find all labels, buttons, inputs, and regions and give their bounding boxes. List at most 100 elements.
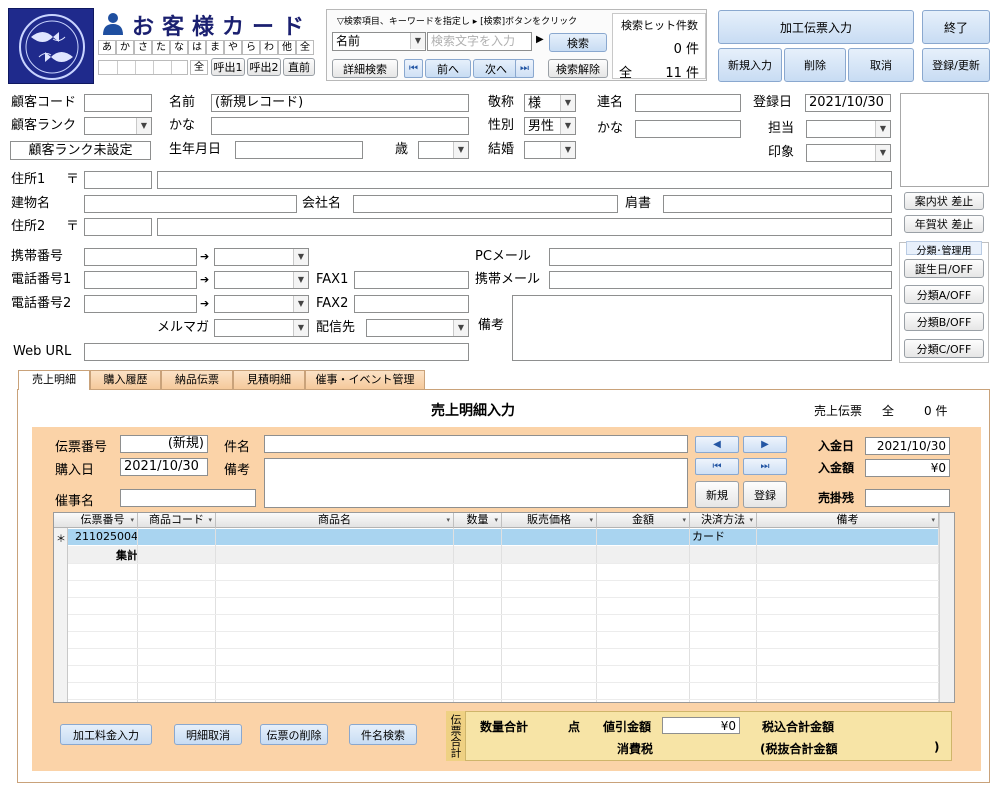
- sort-dropdown-icon[interactable]: ▾: [682, 513, 686, 527]
- tab-delivery-slip[interactable]: 納品伝票: [161, 370, 233, 389]
- search-button[interactable]: 検索: [549, 33, 607, 52]
- grid-column-header-3[interactable]: 数量 ▾: [454, 513, 502, 528]
- sort-dropdown-icon[interactable]: ▾: [130, 513, 134, 527]
- phone2-input[interactable]: [84, 295, 197, 313]
- grid-column-header-4[interactable]: 販売価格 ▾: [502, 513, 597, 528]
- kana-filter-0[interactable]: あ: [98, 40, 116, 55]
- tab-estimate-detail[interactable]: 見積明細: [233, 370, 305, 389]
- prev-button[interactable]: 前へ: [425, 59, 471, 78]
- category-b-off-button[interactable]: 分類B/OFF: [904, 312, 984, 331]
- tab-event-management[interactable]: 催事・イベント管理: [305, 370, 425, 389]
- kana-filter-8[interactable]: ら: [242, 40, 260, 55]
- category-c-off-button[interactable]: 分類C/OFF: [904, 339, 984, 358]
- grid-scrollbar[interactable]: [939, 513, 954, 702]
- search-field-select[interactable]: 名前 ▼: [332, 32, 426, 51]
- name-input[interactable]: (新規レコード): [211, 94, 469, 112]
- postal-code-2-input[interactable]: [84, 218, 152, 236]
- processed-slip-button[interactable]: 加工伝票入力: [718, 10, 914, 44]
- register-date-input[interactable]: 2021/10/30: [805, 94, 891, 112]
- sales-notes-input[interactable]: [264, 458, 688, 508]
- grid-column-header-5[interactable]: 金額 ▾: [597, 513, 690, 528]
- contact-name-input[interactable]: [635, 94, 741, 112]
- honorific-select[interactable]: 様 ▼: [524, 94, 576, 112]
- purchase-date-input[interactable]: 2021/10/30: [120, 458, 208, 476]
- sort-dropdown-icon[interactable]: ▾: [749, 513, 753, 527]
- customer-rank-select[interactable]: ▼: [84, 117, 152, 135]
- call2-button[interactable]: 呼出2: [247, 58, 281, 76]
- next-button[interactable]: 次へ: [473, 59, 519, 78]
- kana-filter-4[interactable]: な: [170, 40, 188, 55]
- grid-column-header-0[interactable]: 伝票番号 ▾: [68, 513, 138, 528]
- address2-input[interactable]: [157, 218, 892, 236]
- discount-input[interactable]: ¥0: [662, 717, 740, 734]
- grid-column-header-7[interactable]: 備考 ▾: [757, 513, 939, 528]
- married-select[interactable]: ▼: [524, 141, 576, 159]
- slip-no-input[interactable]: (新規): [120, 435, 208, 453]
- building-input[interactable]: [84, 195, 297, 213]
- staff-select[interactable]: ▼: [806, 120, 891, 138]
- detail-search-button[interactable]: 詳細検索: [332, 59, 398, 78]
- guide-letter-stop-button[interactable]: 案内状 差止: [904, 192, 984, 210]
- birthday-input[interactable]: [235, 141, 363, 159]
- gender-select[interactable]: 男性 ▼: [524, 117, 576, 135]
- next-slip-icon[interactable]: ▶: [743, 436, 787, 453]
- first-record-icon[interactable]: ⏮: [404, 59, 423, 78]
- company-input[interactable]: [353, 195, 618, 213]
- sort-dropdown-icon[interactable]: ▾: [494, 513, 498, 527]
- cancel-button[interactable]: 取消: [848, 48, 914, 82]
- call1-button[interactable]: 呼出1: [211, 58, 245, 76]
- grid-column-header-1[interactable]: 商品コード ▾: [138, 513, 216, 528]
- postal-code-1-input[interactable]: [84, 171, 152, 189]
- tab-sales-detail[interactable]: 売上明細: [18, 370, 90, 390]
- phone1-input[interactable]: [84, 271, 197, 289]
- kana-filter-9[interactable]: わ: [260, 40, 278, 55]
- payment-date-input[interactable]: 2021/10/30: [865, 437, 950, 455]
- sales-grid[interactable]: 伝票番号 ▾ 商品コード ▾ 商品名 ▾ 数量 ▾ 販売価格 ▾ 金額 ▾ 決済方法 ▾ 備考 ▾ ＊ 211…: [53, 512, 955, 703]
- kana-filter-7[interactable]: や: [224, 40, 242, 55]
- exit-button[interactable]: 終了: [922, 10, 990, 44]
- birthday-off-button[interactable]: 誕生日/OFF: [904, 259, 984, 278]
- delivery-select[interactable]: ▼: [366, 319, 469, 337]
- kana-filter-1[interactable]: か: [116, 40, 134, 55]
- last-record-icon[interactable]: ⏭: [515, 59, 534, 78]
- sort-dropdown-icon[interactable]: ▾: [208, 513, 212, 527]
- prev-slip-icon[interactable]: ◀: [695, 436, 739, 453]
- receivable-input[interactable]: [865, 489, 950, 507]
- kana-filter-5[interactable]: は: [188, 40, 206, 55]
- table-row[interactable]: [68, 529, 939, 545]
- kana-input[interactable]: [211, 117, 469, 135]
- mobile-input[interactable]: [84, 248, 197, 266]
- kana-filter-6[interactable]: ま: [206, 40, 224, 55]
- last-slip-icon[interactable]: ⏭: [743, 458, 787, 475]
- event-input[interactable]: [120, 489, 256, 507]
- photo-box[interactable]: [900, 93, 989, 187]
- impression-select[interactable]: ▼: [806, 144, 891, 162]
- tab-purchase-history[interactable]: 購入履歴: [90, 370, 161, 389]
- kana-filter-3[interactable]: た: [152, 40, 170, 55]
- previous-record-button[interactable]: 直前: [283, 58, 315, 76]
- kana-filter-11[interactable]: 全: [296, 40, 314, 55]
- job-title-input[interactable]: [663, 195, 892, 213]
- mobile-type-select[interactable]: ▼: [214, 248, 309, 266]
- pc-mail-input[interactable]: [549, 248, 892, 266]
- search-keyword-input[interactable]: 検索文字を入力: [427, 32, 532, 51]
- contact-kana-input[interactable]: [635, 120, 741, 138]
- mailmag-select[interactable]: ▼: [214, 319, 309, 337]
- register-slip-button[interactable]: 登録: [743, 481, 787, 508]
- kana-filter-10[interactable]: 他: [278, 40, 296, 55]
- newyear-card-stop-button[interactable]: 年賀状 差止: [904, 215, 984, 233]
- fax2-input[interactable]: [354, 295, 469, 313]
- delete-slip-button[interactable]: 伝票の削除: [260, 724, 328, 745]
- category-a-off-button[interactable]: 分類A/OFF: [904, 285, 984, 304]
- kana-filter-2[interactable]: さ: [134, 40, 152, 55]
- customer-code-input[interactable]: [84, 94, 152, 112]
- sort-dropdown-icon[interactable]: ▾: [589, 513, 593, 527]
- search-clear-button[interactable]: 検索解除: [548, 59, 608, 78]
- subject-input[interactable]: [264, 435, 688, 453]
- processing-fee-button[interactable]: 加工料金入力: [60, 724, 152, 745]
- grid-column-header-6[interactable]: 決済方法 ▾: [690, 513, 757, 528]
- grid-column-header-2[interactable]: 商品名 ▾: [216, 513, 454, 528]
- address1-input[interactable]: [157, 171, 892, 189]
- subject-search-button[interactable]: 件名検索: [349, 724, 417, 745]
- save-button[interactable]: 登録/更新: [922, 48, 990, 82]
